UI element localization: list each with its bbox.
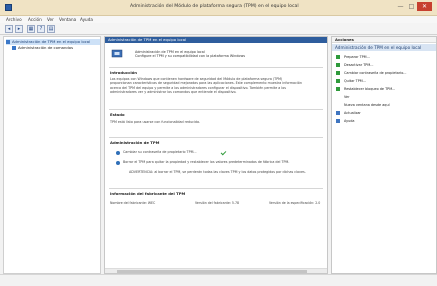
menu-accion[interactable]: Acción: [28, 17, 42, 22]
view-icon: [336, 95, 340, 99]
manufacturer-version: Versión del fabricante: 5.78: [195, 201, 240, 205]
section-title: Introducción: [110, 70, 137, 75]
action-label: Preparar TPM...: [344, 55, 370, 59]
action-label: Cambiar contraseña de propietario...: [344, 71, 407, 75]
section-introduction: Introducción Los equipos con Windows que…: [109, 67, 323, 113]
help-icon: [336, 119, 340, 123]
refresh-icon: [336, 111, 340, 115]
section-tpm-management: Administración de TPM Cambiar su contras…: [109, 137, 323, 183]
scrollbar-thumb[interactable]: [117, 270, 307, 273]
tree-item-label: Administración de comandos: [18, 45, 74, 50]
menu-bar: Archivo Acción Ver Ventana Ayuda: [0, 16, 437, 23]
back-icon[interactable]: ◂: [5, 25, 13, 33]
specification-version: Versión de la especificación: 2.0: [269, 201, 321, 205]
action-label: Nueva ventana desde aquí: [344, 103, 390, 107]
action-label: Ver: [344, 95, 350, 99]
console-tree: Administración de TPM en el equipo local…: [3, 36, 101, 274]
tpm-summary: Administración de TPM en el equipo local…: [135, 50, 245, 59]
title-bar: Administración del Módulo de plataforma …: [0, 0, 437, 16]
maximize-button[interactable]: □: [406, 2, 417, 11]
show-hide-action-pane-icon[interactable]: ▤: [47, 25, 55, 33]
tree-item-label: Administración de TPM en el equipo local: [12, 39, 91, 44]
actions-subheader[interactable]: Administración de TPM en el equipo local: [332, 44, 436, 51]
section-status: Estado TPM está listo para usarse con fu…: [109, 109, 323, 129]
intro-text-line: administradores ver y administrar los co…: [110, 89, 237, 94]
content-header: Administración de TPM en el equipo local: [105, 37, 327, 43]
tpm-action-icon: [336, 87, 340, 91]
section-manufacturer-info: Información del fabricante del TPM Nombr…: [109, 188, 323, 218]
tpm-action-icon: [336, 71, 340, 75]
status-bar: [0, 274, 437, 286]
action-label: Restablecer bloqueo de TPM...: [344, 87, 396, 91]
toolbar: ◂ ▸ ▦ ? ▤: [0, 23, 437, 35]
window-title: Administración del Módulo de plataforma …: [130, 4, 299, 9]
tpm-action-icon: [336, 63, 340, 67]
close-button[interactable]: ✕: [417, 2, 432, 11]
section-title: Administración de TPM: [110, 140, 160, 145]
tree-item-command-management[interactable]: Administración de comandos: [12, 45, 73, 51]
status-text: TPM está listo para usarse con funcional…: [110, 120, 201, 124]
manufacturer-name: Nombre del fabricante: WEC: [110, 201, 156, 205]
menu-archivo[interactable]: Archivo: [6, 17, 22, 22]
folder-icon: [12, 45, 16, 50]
tpm-chip-icon: [111, 49, 123, 58]
main-content-pane: Administración de TPM en el equipo local…: [104, 36, 328, 274]
action-label: Ayuda: [344, 119, 355, 123]
clear-tpm-warning: ADVERTENCIA: al borrar el TPM, se perder…: [129, 170, 306, 174]
section-title: Información del fabricante del TPM: [110, 191, 186, 196]
menu-ayuda[interactable]: Ayuda: [80, 17, 93, 22]
tpm-chip-icon: [6, 39, 10, 44]
checkmark-icon: [220, 149, 227, 156]
bullet-icon: [116, 151, 120, 155]
section-title: Estado: [110, 112, 125, 117]
tpm-action-icon: [336, 55, 340, 59]
app-icon: [5, 4, 12, 11]
window-controls: — □ ✕: [395, 2, 432, 11]
summary-line: Configure el TPM y su compatibilidad con…: [135, 54, 246, 59]
tpm-action-icon: [336, 79, 340, 83]
menu-ventana[interactable]: Ventana: [59, 17, 76, 22]
clear-tpm-link[interactable]: Borrar el TPM para quitar la propiedad y…: [123, 160, 289, 164]
actions-pane: Acciones Administración de TPM en el equ…: [331, 36, 437, 274]
minimize-button[interactable]: —: [395, 2, 406, 11]
bullet-icon: [116, 161, 120, 165]
action-label: Desactivar TPM...: [344, 63, 374, 67]
show-hide-tree-icon[interactable]: ▦: [27, 25, 35, 33]
action-label: Actualizar: [344, 111, 361, 115]
change-owner-password-link[interactable]: Cambiar su contraseña de propietario TPM…: [123, 150, 197, 154]
new-window-icon: [336, 103, 340, 107]
help-icon[interactable]: ?: [37, 25, 45, 33]
horizontal-scrollbar[interactable]: [105, 268, 327, 273]
actions-header: Acciones: [332, 37, 436, 43]
action-label: Quitar TPM...: [344, 79, 366, 83]
forward-icon[interactable]: ▸: [15, 25, 23, 33]
menu-ver[interactable]: Ver: [47, 17, 54, 22]
